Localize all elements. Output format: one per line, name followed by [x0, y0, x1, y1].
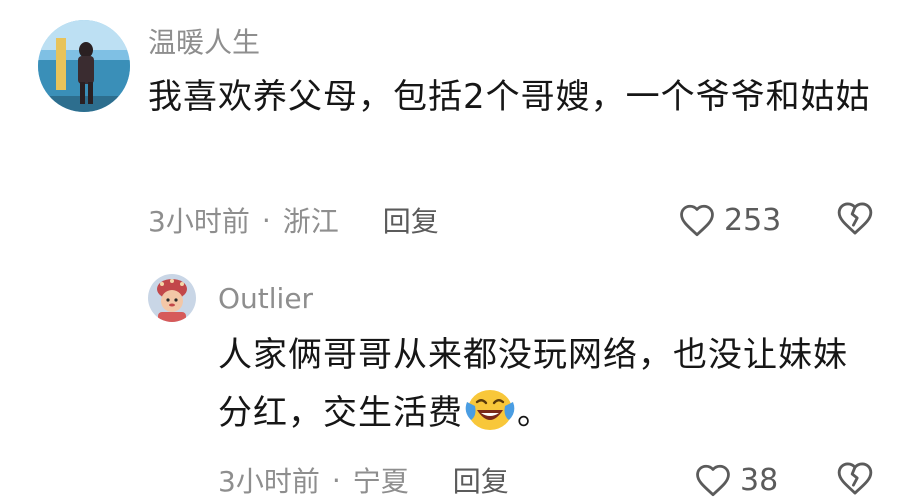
reply-button[interactable]: 回复	[453, 460, 509, 500]
dislike-button[interactable]	[836, 460, 874, 500]
avatar-image	[38, 20, 130, 112]
comment-text: 人家俩哥哥从来都没玩网络，也没让妹妹分红，交生活费 。	[218, 326, 878, 442]
like-button[interactable]: 253	[678, 200, 781, 240]
comment-text-end: 。	[517, 393, 552, 433]
avatar[interactable]	[38, 20, 130, 112]
meta-separator: ·	[331, 463, 341, 497]
comment-time: 3小时前	[148, 205, 250, 238]
avatar-image	[148, 274, 196, 322]
username[interactable]: 温暖人生	[148, 26, 260, 60]
username[interactable]: Outlier	[218, 282, 313, 316]
comment-location: 宁夏	[352, 465, 409, 498]
heart-outline-icon	[694, 463, 732, 497]
comment-location: 浙江	[282, 205, 339, 238]
comment-item: 温暖人生 我喜欢养父母，包括2个哥嫂，一个爷爷和姑姑 3小时前 · 浙江 回复 …	[0, 0, 922, 260]
comment-meta: 3小时前 · 宁夏 回复	[218, 460, 509, 500]
meta-separator: ·	[261, 203, 271, 237]
comment-meta: 3小时前 · 浙江 回复	[148, 200, 439, 240]
like-button[interactable]: 38	[694, 460, 778, 500]
broken-heart-icon	[836, 460, 874, 496]
heart-outline-icon	[678, 203, 716, 237]
comment-time: 3小时前	[218, 465, 320, 498]
reply-item: Outlier 人家俩哥哥从来都没玩网络，也没让妹妹分红，交生活费 。 3小时前…	[0, 260, 922, 499]
comment-text: 我喜欢养父母，包括2个哥嫂，一个爷爷和姑姑	[148, 77, 871, 117]
avatar[interactable]	[148, 274, 196, 322]
dislike-button[interactable]	[836, 200, 874, 240]
broken-heart-icon	[836, 200, 874, 236]
crying-laughing-emoji	[463, 386, 517, 434]
reply-button[interactable]: 回复	[383, 200, 439, 240]
like-count: 253	[724, 202, 782, 238]
like-count: 38	[740, 462, 779, 498]
